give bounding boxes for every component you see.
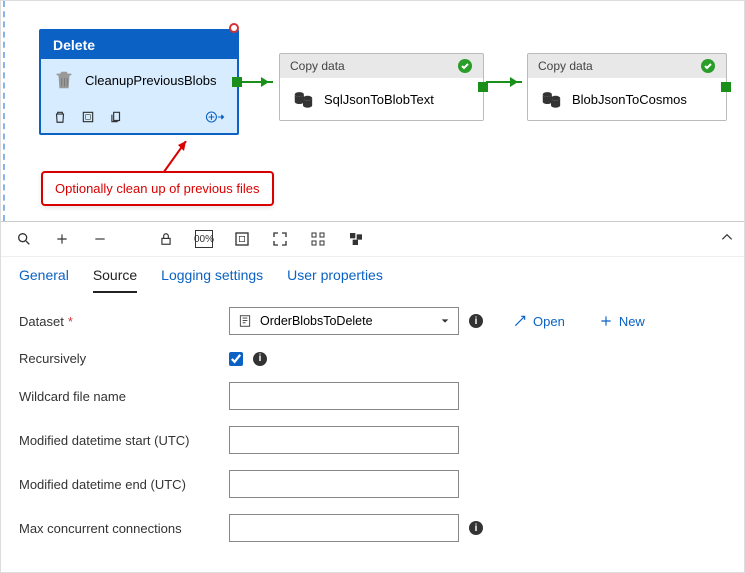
chevron-down-icon [440, 316, 450, 326]
copy-data-icon [292, 88, 314, 110]
max-conn-input[interactable] [229, 514, 459, 542]
dataset-icon [238, 314, 252, 328]
canvas-toolbar: 00% [1, 222, 744, 257]
zoom-100-icon[interactable]: 00% [195, 230, 213, 248]
tab-general[interactable]: General [19, 267, 69, 293]
annotation-text: Optionally clean up of previous files [55, 181, 260, 196]
max-conn-label: Max concurrent connections [19, 521, 229, 536]
mod-start-label: Modified datetime start (UTC) [19, 433, 229, 448]
deactivate-icon[interactable] [81, 110, 95, 124]
copy-data-icon [540, 88, 562, 110]
activity-name: CleanupPreviousBlobs [85, 73, 217, 88]
recursively-checkbox[interactable] [229, 352, 243, 366]
properties-tabs: General Source Logging settings User pro… [1, 257, 744, 293]
mod-start-input[interactable] [229, 426, 459, 454]
activity-delete[interactable]: Delete CleanupPreviousBlobs [39, 29, 239, 135]
annotation-callout: Optionally clean up of previous files [41, 171, 274, 206]
fullscreen-icon[interactable] [271, 230, 289, 248]
open-dataset-button[interactable]: Open [513, 314, 565, 329]
tab-source[interactable]: Source [93, 267, 137, 293]
fit-screen-icon[interactable] [233, 230, 251, 248]
connector-arrow [486, 81, 522, 83]
output-port[interactable] [721, 82, 731, 92]
copy-icon[interactable] [109, 110, 123, 124]
pipeline-canvas[interactable]: Delete CleanupPreviousBlobs Copy data Sq… [1, 1, 744, 221]
activity-name: SqlJsonToBlobText [324, 92, 434, 107]
info-icon[interactable]: i [469, 314, 483, 328]
wildcard-label: Wildcard file name [19, 389, 229, 404]
zoom-in-icon[interactable] [53, 230, 71, 248]
lock-icon[interactable] [157, 230, 175, 248]
activity-copy-2[interactable]: Copy data BlobJsonToCosmos [527, 53, 727, 121]
activity-copy-1[interactable]: Copy data SqlJsonToBlobText [279, 53, 484, 121]
info-icon[interactable]: i [253, 352, 267, 366]
source-form: Dataset * OrderBlobsToDelete i Open New [1, 293, 744, 572]
output-port[interactable] [478, 82, 488, 92]
mod-end-label: Modified datetime end (UTC) [19, 477, 229, 492]
connector-arrow [241, 81, 273, 83]
dataset-label: Dataset [19, 314, 64, 329]
info-icon[interactable]: i [469, 521, 483, 535]
validate-success-icon [457, 58, 473, 74]
required-indicator: * [68, 314, 73, 329]
tab-user-properties[interactable]: User properties [287, 267, 383, 293]
add-output-icon[interactable] [205, 109, 225, 125]
zoom-out-icon[interactable] [91, 230, 109, 248]
reorder-icon[interactable] [347, 230, 365, 248]
trash-icon [53, 69, 75, 91]
recursively-label: Recursively [19, 351, 229, 366]
dataset-value: OrderBlobsToDelete [260, 314, 432, 328]
dataset-dropdown[interactable]: OrderBlobsToDelete [229, 307, 459, 335]
unsaved-indicator-icon [229, 23, 239, 33]
validate-success-icon [700, 58, 716, 74]
wildcard-input[interactable] [229, 382, 459, 410]
activity-name: BlobJsonToCosmos [572, 92, 687, 107]
zoom-tool-icon[interactable] [15, 230, 33, 248]
delete-activity-icon[interactable] [53, 110, 67, 124]
auto-align-icon[interactable] [309, 230, 327, 248]
activity-title: Copy data [538, 59, 593, 73]
tab-logging[interactable]: Logging settings [161, 267, 263, 293]
new-dataset-button[interactable]: New [599, 314, 645, 329]
activity-title: Delete [41, 31, 237, 59]
collapse-panel-icon[interactable] [720, 230, 734, 244]
properties-panel: 00% General Source Logging settings User… [1, 221, 744, 572]
mod-end-input[interactable] [229, 470, 459, 498]
activity-title: Copy data [290, 59, 345, 73]
